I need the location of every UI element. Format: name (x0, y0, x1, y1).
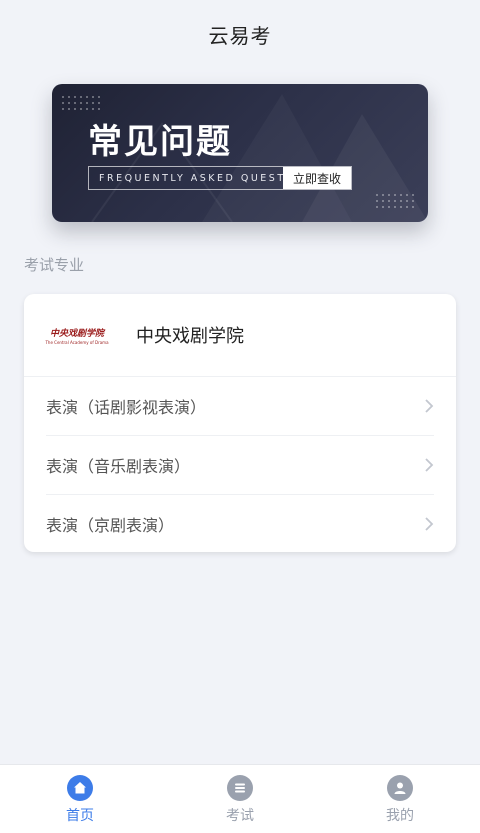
app-header: 云易考 (0, 0, 480, 68)
major-label: 表演（京剧表演） (46, 516, 175, 535)
major-item[interactable]: 表演（话剧影视表演） (46, 377, 434, 436)
school-logo-subtext: The Central Academy of Drama (45, 339, 109, 345)
tab-mine-label: 我的 (386, 808, 414, 824)
school-header[interactable]: 中央戏剧学院 The Central Academy of Drama 中央戏剧… (24, 294, 456, 377)
banner-title: 常见问题 (88, 122, 232, 162)
tab-home-label: 首页 (66, 808, 94, 824)
exam-list-icon (227, 775, 253, 801)
major-label: 表演（音乐剧表演） (46, 457, 191, 476)
tab-mine[interactable]: 我的 (320, 765, 480, 833)
bottom-tab-bar: 首页 考试 我的 (0, 764, 480, 833)
banner-subtitle: FREQUENTLY ASKED QUESTION (99, 172, 283, 184)
major-item[interactable]: 表演（京剧表演） (46, 495, 434, 552)
app-title: 云易考 (208, 23, 272, 48)
school-logo-text: 中央戏剧学院 (49, 328, 104, 339)
banner-dots-decoration (60, 94, 104, 112)
check-now-button[interactable]: 立即查收 (283, 167, 351, 189)
banner-dots-decoration (374, 192, 418, 210)
tab-home[interactable]: 首页 (0, 765, 160, 833)
tab-exam-label: 考试 (226, 808, 254, 824)
chevron-right-icon (425, 517, 434, 531)
major-label: 表演（话剧影视表演） (46, 398, 207, 417)
banner-subtitle-bar: FREQUENTLY ASKED QUESTION 立即查收 (88, 166, 352, 190)
user-icon (387, 775, 413, 801)
school-name: 中央戏剧学院 (136, 326, 244, 347)
home-icon (67, 775, 93, 801)
faq-banner[interactable]: 常见问题 FREQUENTLY ASKED QUESTION 立即查收 (52, 84, 428, 222)
school-card: 中央戏剧学院 The Central Academy of Drama 中央戏剧… (24, 294, 456, 552)
chevron-right-icon (425, 399, 434, 413)
section-label-exam-majors: 考试专业 (24, 256, 85, 274)
chevron-right-icon (425, 458, 434, 472)
school-logo: 中央戏剧学院 The Central Academy of Drama (45, 317, 109, 353)
tab-exam[interactable]: 考试 (160, 765, 320, 833)
major-item[interactable]: 表演（音乐剧表演） (46, 436, 434, 495)
